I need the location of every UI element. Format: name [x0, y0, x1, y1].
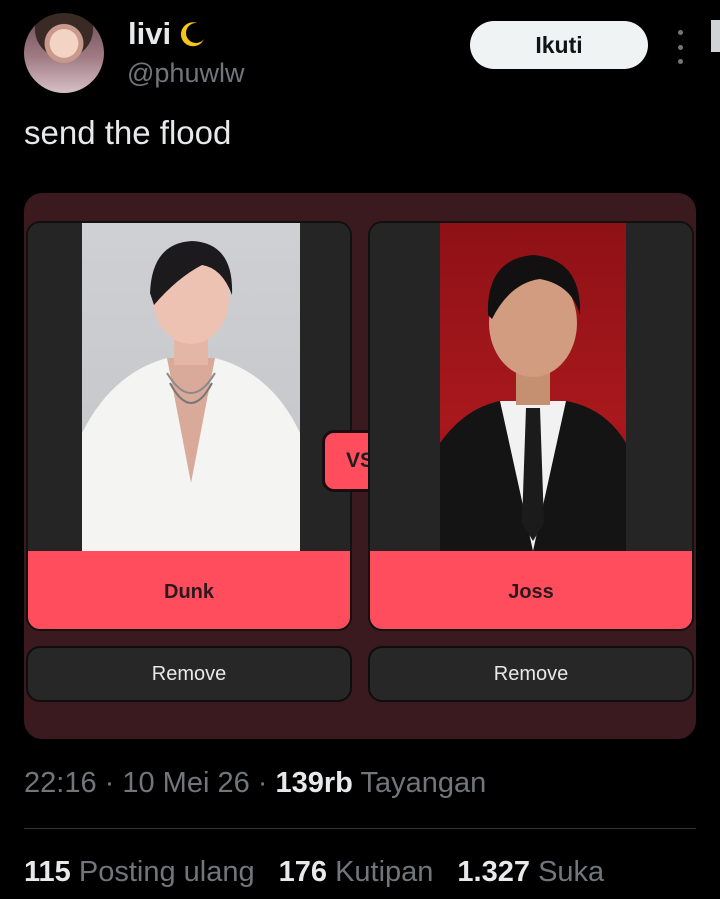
candidate-left-photo [82, 223, 300, 551]
candidate-left[interactable]: Dunk [26, 221, 352, 631]
user-handle[interactable]: @phuwlw [127, 58, 244, 89]
quotes-stat[interactable]: 176 Kutipan [279, 856, 434, 889]
divider [24, 828, 696, 829]
candidate-left-name[interactable]: Dunk [28, 551, 350, 629]
views-label: Tayangan [360, 767, 487, 799]
scrollbar[interactable] [711, 20, 720, 52]
tweet-meta: 22:16 · 10 Mei 26 · 139rb Tayangan [24, 767, 487, 799]
reposts-label: Posting ulang [78, 856, 255, 888]
candidate-right[interactable]: Joss [368, 221, 694, 631]
tweet-text: send the flood [24, 114, 232, 151]
likes-label: Suka [538, 856, 605, 888]
candidate-right-name[interactable]: Joss [370, 551, 692, 629]
follow-button[interactable]: Ikuti [470, 21, 648, 69]
remove-left-button[interactable]: Remove [26, 646, 352, 702]
avatar[interactable] [24, 13, 104, 93]
crescent-moon-icon [181, 22, 205, 47]
reposts-count: 115 [24, 856, 71, 888]
tweet-date[interactable]: 10 Mei 26 [122, 767, 249, 799]
engagement-stats: 115 Posting ulang 176 Kutipan 1.327 Suka [24, 856, 604, 889]
quotes-count: 176 [278, 856, 327, 888]
likes-count: 1.327 [457, 856, 530, 888]
display-name-text: livi [128, 16, 172, 51]
more-vertical-icon[interactable] [672, 30, 688, 64]
matchup-card[interactable]: Dunk VS Joss Remove Remove [24, 193, 696, 739]
likes-stat[interactable]: 1.327 Suka [457, 856, 604, 889]
views-count: 139rb [275, 767, 353, 799]
candidate-right-photo [440, 223, 626, 551]
tweet-time[interactable]: 22:16 [24, 767, 97, 799]
display-name[interactable]: livi [128, 16, 207, 52]
reposts-stat[interactable]: 115 Posting ulang [24, 856, 255, 889]
remove-right-button[interactable]: Remove [368, 646, 694, 702]
quotes-label: Kutipan [335, 856, 434, 888]
